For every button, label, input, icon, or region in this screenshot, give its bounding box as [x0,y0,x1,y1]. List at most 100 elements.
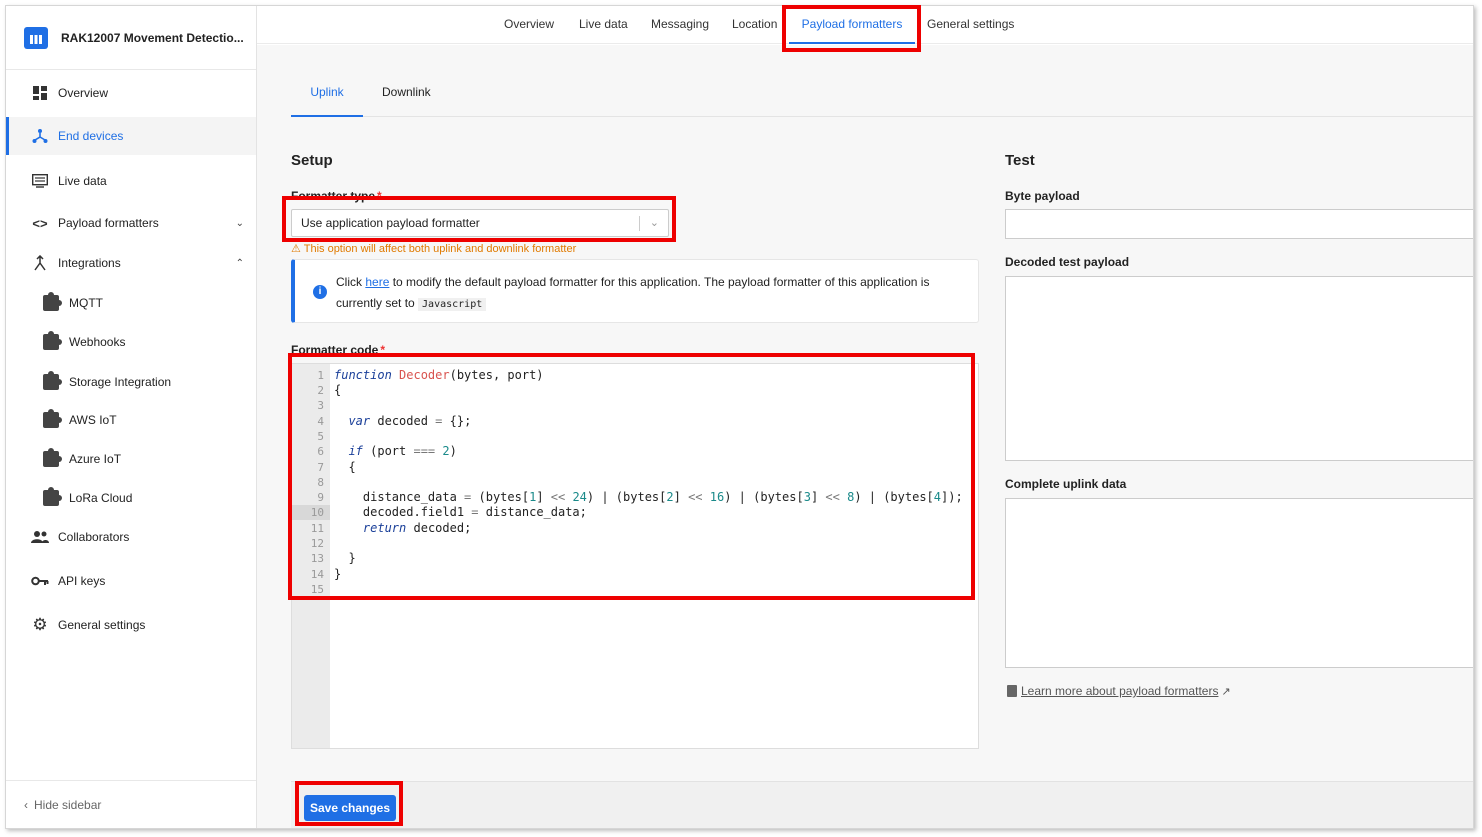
sidebar-item-overview[interactable]: Overview [6,74,256,112]
chevron-down-icon: ⌄ [235,217,244,229]
line-number: 13 [310,552,324,565]
sidebar-item-general-settings[interactable]: ⚙ General settings [6,606,256,644]
sidebar-item-label: Collaborators [58,530,130,544]
chevron-up-icon: ⌃ [235,257,244,269]
decoded-payload-output [1005,276,1473,461]
sidebar-item-api-keys[interactable]: API keys [6,562,256,600]
puzzle-icon [43,448,62,467]
code-line: } [334,567,342,581]
line-number: 3 [317,399,324,412]
info-here-link[interactable]: here [365,275,389,289]
integration-icon [31,254,49,272]
sidebar-item-label: Storage Integration [69,375,172,389]
sidebar-item-live-data[interactable]: Live data [6,162,256,200]
puzzle-icon [43,292,62,311]
formatter-type-value: Use application payload formatter [301,216,480,230]
sidebar-item-integrations[interactable]: Integrations ⌃ [6,244,256,282]
formatter-type-select[interactable]: Use application payload formatter ⌄ [291,209,669,237]
puzzle-icon [43,409,62,428]
code-editor[interactable]: 1 2 3 4 5 6 7 8 9 10 11 12 13 14 15 func… [291,363,979,749]
tab-location[interactable]: Location [732,6,777,44]
complete-uplink-label: Complete uplink data [1005,477,1127,491]
sidebar-item-label: Overview [58,86,109,100]
line-number: 2 [317,384,324,397]
chevron-down-icon: ⌄ [649,217,659,229]
warning-text: This option will affect both uplink and … [303,243,577,255]
line-number: 12 [310,537,324,550]
gear-icon: ⚙ [32,615,48,634]
sidebar-item-end-devices[interactable]: End devices [6,117,256,155]
sidebar-item-collaborators[interactable]: Collaborators [6,518,256,556]
puzzle-icon [43,487,62,506]
test-heading: Test [1005,152,1035,169]
hide-sidebar-button[interactable]: ‹ Hide sidebar [6,780,256,828]
info-code-javascript: Javascript [418,298,487,311]
app-logo-icon [24,26,48,49]
line-number: 14 [310,568,324,581]
line-number: 9 [317,491,324,504]
save-changes-button[interactable]: Save changes [304,795,396,821]
formatter-code-label: Formatter code * [291,343,385,357]
puzzle-icon [43,371,62,390]
sidebar-item-lora-cloud[interactable]: LoRa Cloud [6,479,256,517]
tab-uplink[interactable]: Uplink [291,75,363,117]
tab-payload-formatters[interactable]: Payload formatters [789,6,915,44]
sidebar-item-aws-iot[interactable]: AWS IoT [6,401,256,439]
key-icon [31,572,49,590]
sidebar-item-label: LoRa Cloud [69,491,133,505]
grid-icon [31,84,49,102]
byte-payload-input[interactable] [1005,209,1473,239]
byte-payload-label: Byte payload [1005,189,1080,203]
sidebar-item-azure-iot[interactable]: Azure IoT [6,440,256,478]
decoded-payload-label: Decoded test payload [1005,255,1130,269]
warning-icon: ⚠ [291,243,301,255]
tab-live-data[interactable]: Live data [579,6,628,44]
tab-messaging[interactable]: Messaging [651,6,709,44]
app-window: RAK12007 Movement Detectio... Overview E… [5,5,1474,829]
devices-icon [31,127,49,145]
code-line: decoded.field1 = distance_data; [334,505,587,519]
sidebar-item-label: General settings [58,618,146,632]
learn-more-link[interactable]: Learn more about payload formatters ↗ [1007,684,1231,698]
app-name: RAK12007 Movement Detectio... [61,30,244,45]
info-icon: i [313,285,327,299]
line-number: 1 [317,369,324,382]
formatter-type-label-text: Formatter type [291,189,376,203]
sidebar-item-label: End devices [58,129,124,143]
line-number: 10 [292,505,330,520]
info-text-pre: Click [336,275,366,289]
sidebar-item-label: Payload formatters [58,216,159,230]
code-line: return decoded; [362,521,472,535]
line-number: 6 [317,445,324,458]
sidebar-item-mqtt[interactable]: MQTT [6,284,256,322]
code-line: { [334,460,356,474]
code-line: if (port === 2) [348,444,457,458]
line-number: 7 [317,461,324,474]
info-text: Click here to modify the default payload… [336,272,956,315]
formatter-code-label-text: Formatter code [291,343,379,357]
code-line: function Decoder(bytes, port) [334,368,544,382]
list-icon [31,172,49,190]
sidebar-item-payload-formatters[interactable]: <> Payload formatters ⌄ [6,204,256,242]
external-link-icon: ↗ [1221,685,1231,698]
people-icon [31,528,49,546]
sidebar-item-label: MQTT [69,296,103,310]
tab-downlink[interactable]: Downlink [382,75,431,117]
code-line: distance_data = (bytes[1] << 24) | (byte… [334,490,963,504]
sidebar-item-label: Azure IoT [69,452,122,466]
learn-more-text[interactable]: Learn more about payload formatters [1021,684,1218,698]
brand[interactable]: RAK12007 Movement Detectio... [6,6,256,70]
tab-general-settings[interactable]: General settings [927,6,1014,44]
line-number: 5 [317,430,324,443]
code-icon: <> [32,215,48,231]
tab-overview[interactable]: Overview [504,6,554,44]
formatter-warning: ⚠ This option will affect both uplink an… [291,242,576,255]
footer-bar: Save changes [291,781,1473,828]
line-number: 8 [317,476,324,489]
required-mark: * [380,343,386,357]
line-number: 15 [310,583,324,596]
code-line: { [334,383,342,397]
sidebar-item-webhooks[interactable]: Webhooks [6,323,256,361]
sidebar-item-label: Live data [58,174,107,188]
sidebar-item-storage-integration[interactable]: Storage Integration [6,363,256,401]
